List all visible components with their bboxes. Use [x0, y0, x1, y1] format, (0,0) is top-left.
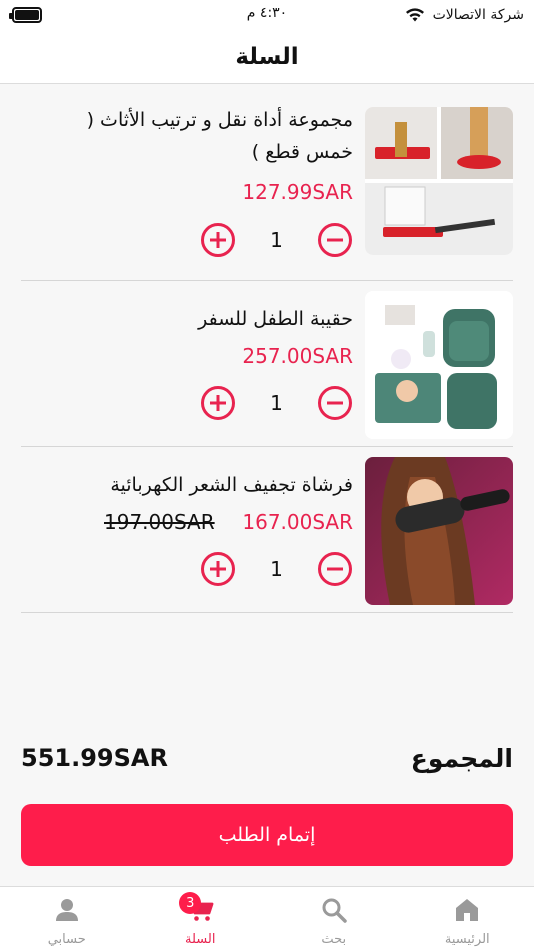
total-label: المجموع — [410, 743, 513, 773]
tab-account[interactable]: حسابي — [0, 887, 134, 950]
carrier-name: شركة الاتصالات — [432, 7, 524, 23]
search-icon — [322, 898, 347, 923]
wifi-icon — [405, 8, 424, 22]
tab-label: الرئيسية — [444, 932, 490, 947]
decrease-quantity-button[interactable] — [317, 551, 353, 587]
minus-icon — [318, 552, 352, 586]
cart-item: فرشاة تجفيف الشعر الكهربائية 167.00SAR 1… — [21, 447, 513, 613]
item-price: 127.99SAR — [242, 180, 353, 204]
increase-quantity-button[interactable] — [200, 222, 236, 258]
item-name: حقيبة الطفل للسفر — [198, 308, 353, 330]
quantity-stepper: 1 — [200, 550, 353, 588]
total-row: 551.99SAR المجموع — [21, 738, 513, 778]
status-bar: شركة الاتصالات ٤:٣٠ م — [0, 0, 534, 30]
cart-item: حقيبة الطفل للسفر 257.00SAR 1 — [21, 281, 513, 447]
cart-list: مجموعة أداة نقل و ترتيب الأثاث ( خمس قطع… — [0, 84, 534, 613]
page-title: السلة — [235, 43, 299, 70]
status-carrier-group: شركة الاتصالات — [405, 7, 524, 23]
header: السلة — [0, 30, 534, 84]
baby-travel-bag-image[interactable] — [365, 291, 513, 439]
tab-bar: الرئيسية بحث 3 السلة حسابي — [0, 886, 534, 950]
home-icon — [456, 899, 479, 921]
hair-dryer-brush-image[interactable] — [365, 457, 513, 605]
decrease-quantity-button[interactable] — [317, 385, 353, 421]
quantity-stepper: 1 — [200, 384, 353, 422]
quantity-value: 1 — [270, 228, 283, 252]
plus-icon — [201, 223, 235, 257]
user-icon — [55, 899, 78, 921]
product-image — [365, 457, 513, 605]
status-time: ٤:٣٠ م — [246, 5, 288, 21]
furniture-mover-tool-image[interactable] — [365, 107, 513, 255]
product-image — [365, 291, 513, 439]
total-value: 551.99SAR — [21, 744, 168, 772]
plus-icon — [201, 386, 235, 420]
increase-quantity-button[interactable] — [200, 551, 236, 587]
checkout-button[interactable]: إتمام الطلب — [21, 804, 513, 866]
increase-quantity-button[interactable] — [200, 385, 236, 421]
item-name: مجموعة أداة نقل و ترتيب الأثاث ( خمس قطع… — [86, 109, 353, 163]
tab-search[interactable]: بحث — [267, 887, 401, 950]
quantity-value: 1 — [270, 391, 283, 415]
item-price: 167.00SAR — [242, 510, 353, 534]
item-name: فرشاة تجفيف الشعر الكهربائية — [110, 474, 353, 496]
quantity-stepper: 1 — [200, 221, 353, 259]
item-price: 257.00SAR — [242, 344, 353, 368]
battery-icon — [9, 7, 42, 23]
tab-label: حسابي — [47, 932, 86, 947]
product-image — [365, 107, 513, 255]
tab-label: بحث — [321, 932, 347, 947]
decrease-quantity-button[interactable] — [317, 222, 353, 258]
tab-label: السلة — [185, 932, 216, 947]
minus-icon — [318, 386, 352, 420]
original-price: 197.00SAR — [104, 510, 215, 534]
minus-icon — [318, 223, 352, 257]
quantity-value: 1 — [270, 557, 283, 581]
tab-home[interactable]: الرئيسية — [401, 887, 534, 950]
tab-cart[interactable]: 3 السلة — [134, 887, 268, 950]
cart-item: مجموعة أداة نقل و ترتيب الأثاث ( خمس قطع… — [21, 84, 513, 281]
plus-icon — [201, 552, 235, 586]
